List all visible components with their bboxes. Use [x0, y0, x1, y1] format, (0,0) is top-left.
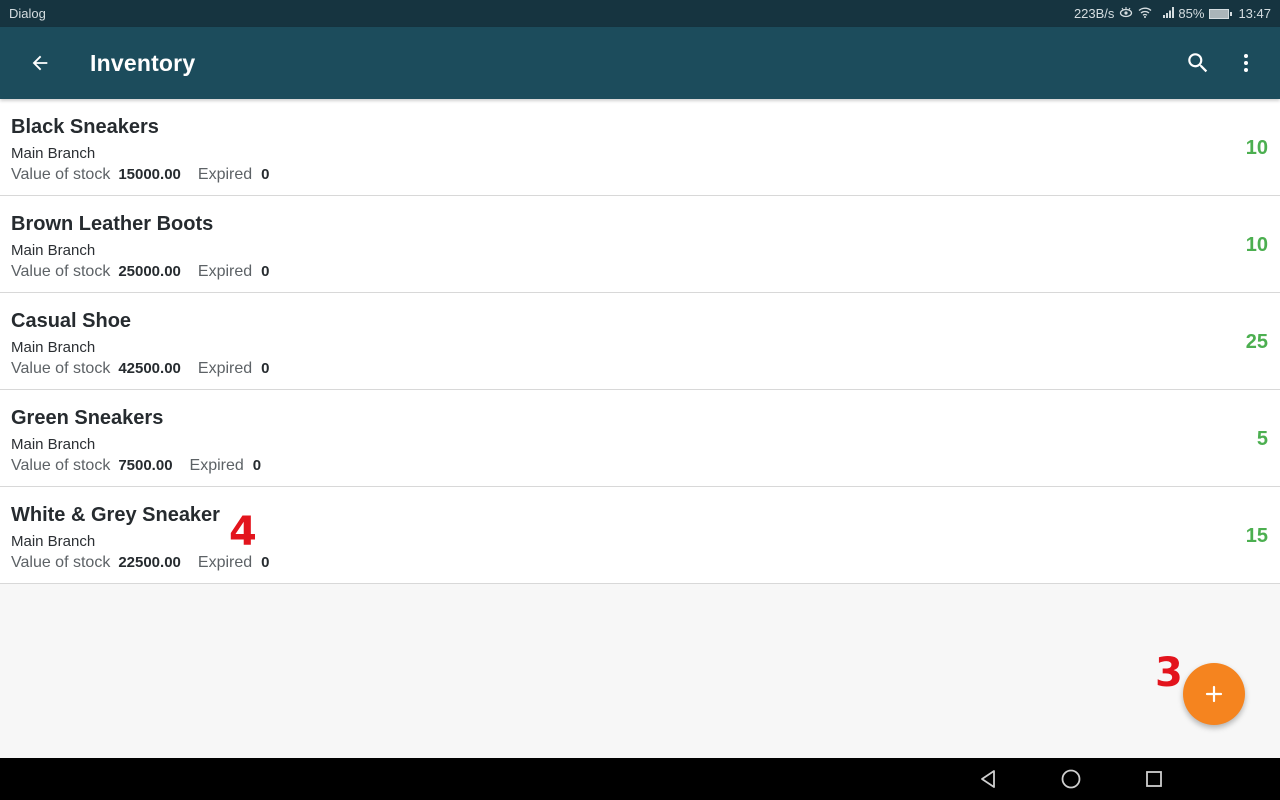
search-button[interactable] [1178, 43, 1218, 83]
item-meta: Value of stock 7500.00 Expired 0 [11, 457, 261, 475]
network-speed: 223B/s [1073, 6, 1115, 21]
item-branch: Main Branch [11, 533, 96, 550]
stock-value: 7500.00 [118, 457, 173, 474]
expired-label: Expired [197, 166, 253, 183]
page-title: Inventory [90, 49, 196, 76]
item-name: White & Grey Sneaker [11, 504, 220, 526]
item-name: Green Sneakers [11, 407, 164, 429]
more-vertical-icon [1244, 54, 1248, 72]
item-quantity: 10 [1245, 137, 1268, 159]
status-indicators: 223B/s 85% 13:47 [1074, 6, 1271, 21]
nav-home-button[interactable] [1058, 767, 1084, 791]
arrow-left-icon [32, 55, 48, 71]
clock: 13:47 [1238, 6, 1271, 21]
stock-value: 42500.00 [118, 360, 181, 377]
item-name: Brown Leather Boots [11, 213, 214, 235]
add-item-button[interactable] [1183, 663, 1245, 725]
square-recents-icon [1146, 771, 1162, 787]
item-branch: Main Branch [11, 242, 96, 259]
expired-value: 0 [252, 457, 262, 474]
annotation-3: 3 [1155, 650, 1183, 696]
inventory-list: Black Sneakers Main Branch Value of stoc… [0, 99, 1280, 584]
expired-value: 0 [261, 554, 270, 571]
eye-comfort-icon [1119, 6, 1133, 21]
expired-label: Expired [189, 457, 244, 474]
system-nav-bar [0, 758, 1280, 800]
status-bar: Dialog 223B/s 85% 13:47 [0, 0, 1280, 27]
list-item[interactable]: Casual Shoe Main Branch Value of stock 4… [0, 293, 1280, 390]
item-branch: Main Branch [11, 145, 96, 162]
wifi-icon [1138, 6, 1152, 21]
annotation-4: 4 [229, 509, 257, 555]
item-meta: Value of stock 25000.00 Expired 0 [11, 263, 269, 281]
overflow-menu-button[interactable] [1226, 43, 1266, 83]
item-meta: Value of stock 42500.00 Expired 0 [11, 360, 269, 378]
value-of-stock-label: Value of stock [11, 166, 111, 183]
item-quantity: 10 [1245, 234, 1268, 256]
list-item[interactable]: Green Sneakers Main Branch Value of stoc… [0, 390, 1280, 487]
item-meta: Value of stock 22500.00 Expired 0 [11, 554, 269, 572]
item-meta: Value of stock 15000.00 Expired 0 [11, 166, 269, 184]
item-name: Casual Shoe [11, 310, 132, 332]
nav-back-button[interactable] [975, 767, 1001, 791]
battery-percent: 85% [1178, 6, 1205, 21]
list-item[interactable]: Brown Leather Boots Main Branch Value of… [0, 196, 1280, 293]
item-quantity: 5 [1256, 428, 1268, 450]
stock-value: 15000.00 [118, 166, 181, 183]
expired-value: 0 [261, 263, 270, 280]
value-of-stock-label: Value of stock [11, 263, 111, 280]
expired-label: Expired [197, 360, 253, 377]
list-item[interactable]: White & Grey Sneaker Main Branch Value o… [0, 487, 1280, 584]
value-of-stock-label: Value of stock [11, 554, 111, 571]
expired-label: Expired [197, 554, 253, 571]
stock-value: 22500.00 [118, 554, 181, 571]
item-quantity: 15 [1245, 525, 1268, 547]
item-branch: Main Branch [11, 436, 96, 453]
list-item[interactable]: Black Sneakers Main Branch Value of stoc… [0, 99, 1280, 196]
expired-value: 0 [261, 360, 270, 377]
circle-home-icon [1061, 769, 1081, 789]
item-name: Black Sneakers [11, 116, 159, 138]
item-branch: Main Branch [11, 339, 96, 356]
plus-icon [1205, 685, 1223, 703]
expired-value: 0 [261, 166, 270, 183]
app-bar: Inventory [0, 27, 1280, 99]
back-button[interactable] [20, 43, 60, 83]
value-of-stock-label: Value of stock [11, 457, 111, 474]
nav-recents-button[interactable] [1141, 767, 1167, 791]
expired-label: Expired [197, 263, 253, 280]
triangle-back-icon [981, 770, 995, 788]
battery-icon [1209, 8, 1233, 19]
carrier-label: Dialog [9, 6, 46, 21]
search-icon [1188, 53, 1208, 73]
value-of-stock-label: Value of stock [11, 360, 111, 377]
item-quantity: 25 [1245, 331, 1268, 353]
stock-value: 25000.00 [118, 263, 181, 280]
signal-icon [1163, 6, 1176, 21]
